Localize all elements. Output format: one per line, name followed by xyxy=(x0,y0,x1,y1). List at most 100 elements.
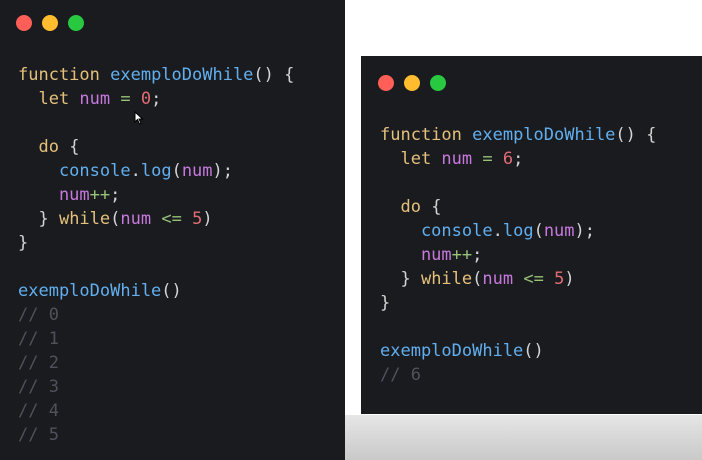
code-token: num xyxy=(18,185,90,205)
code-token: log xyxy=(502,221,534,241)
code-token: ( xyxy=(533,221,544,241)
code-token: ++ xyxy=(451,245,473,265)
code-line: exemploDoWhile() xyxy=(18,279,294,303)
code-line: function exemploDoWhile() { xyxy=(380,123,656,147)
code-token: // 4 xyxy=(18,401,59,421)
maximize-dot-icon[interactable] xyxy=(430,75,446,91)
code-token: 6 xyxy=(502,149,514,169)
code-token: console xyxy=(18,161,131,181)
code-token: <= xyxy=(151,209,193,229)
code-line: num++; xyxy=(18,183,294,207)
code-token: ); xyxy=(212,161,234,181)
code-token: = xyxy=(110,89,141,109)
code-token: = xyxy=(472,149,503,169)
code-token: // 0 xyxy=(18,305,59,325)
window-controls xyxy=(16,15,84,31)
code-token: 5 xyxy=(554,269,565,289)
code-token: num xyxy=(380,245,452,265)
code-token: . xyxy=(492,221,503,241)
code-token: { xyxy=(420,197,442,217)
background-gradient xyxy=(345,415,702,460)
code-token: { xyxy=(58,137,80,157)
code-line: let num = 6; xyxy=(380,147,656,171)
code-token: () xyxy=(523,341,544,361)
code-token: () { xyxy=(615,125,657,145)
code-line: // 4 xyxy=(18,399,294,423)
code-token: // 2 xyxy=(18,353,59,373)
code-token: console xyxy=(380,221,493,241)
code-token: num xyxy=(120,209,152,229)
code-token: <= xyxy=(513,269,555,289)
code-token: exemploDoWhile xyxy=(18,281,162,301)
code-line: do { xyxy=(18,135,294,159)
code-token: let xyxy=(18,89,80,109)
code-line: // 0 xyxy=(18,303,294,327)
code-window-left: function exemploDoWhile() { let num = 0;… xyxy=(0,0,345,460)
code-token: // 6 xyxy=(380,365,421,385)
code-token: ; xyxy=(110,185,121,205)
code-token: exemploDoWhile xyxy=(380,341,524,361)
code-line: do { xyxy=(380,195,656,219)
code-token: ; xyxy=(472,245,483,265)
maximize-dot-icon[interactable] xyxy=(68,15,84,31)
code-line: exemploDoWhile() xyxy=(380,339,656,363)
code-token: ; xyxy=(513,149,524,169)
code-token: log xyxy=(140,161,172,181)
code-token: } xyxy=(380,293,391,313)
code-token: // 5 xyxy=(18,425,59,445)
code-token: ); xyxy=(574,221,596,241)
code-token: } xyxy=(18,233,29,253)
code-token: 5 xyxy=(192,209,203,229)
code-line: let num = 0; xyxy=(18,87,294,111)
code-token: ; xyxy=(151,89,162,109)
code-line: } while(num <= 5) xyxy=(18,207,294,231)
code-token: do xyxy=(380,197,421,217)
code-block: function exemploDoWhile() { let num = 6;… xyxy=(380,123,656,387)
code-token: () xyxy=(161,281,182,301)
code-token: num xyxy=(482,269,514,289)
code-line: } while(num <= 5) xyxy=(380,267,656,291)
code-token: let xyxy=(380,149,442,169)
code-line: // 2 xyxy=(18,351,294,375)
code-block: function exemploDoWhile() { let num = 0;… xyxy=(18,63,294,447)
code-token: while xyxy=(58,209,111,229)
minimize-dot-icon[interactable] xyxy=(42,15,58,31)
code-token: exemploDoWhile xyxy=(472,125,616,145)
code-line: } xyxy=(380,291,656,315)
code-token: 0 xyxy=(140,89,152,109)
code-token: num xyxy=(181,161,213,181)
code-token: } xyxy=(18,209,59,229)
code-line: console.log(num); xyxy=(18,159,294,183)
code-token: while xyxy=(420,269,473,289)
code-line: num++; xyxy=(380,243,656,267)
minimize-dot-icon[interactable] xyxy=(404,75,420,91)
close-dot-icon[interactable] xyxy=(378,75,394,91)
code-token: ) xyxy=(202,209,213,229)
code-token: // 3 xyxy=(18,377,59,397)
code-token: num xyxy=(543,221,575,241)
code-window-right: function exemploDoWhile() { let num = 6;… xyxy=(361,56,702,414)
code-token: ( xyxy=(472,269,483,289)
close-dot-icon[interactable] xyxy=(16,15,32,31)
code-line: } xyxy=(18,231,294,255)
code-token: . xyxy=(130,161,141,181)
code-line: console.log(num); xyxy=(380,219,656,243)
code-token: ( xyxy=(110,209,121,229)
code-token: num xyxy=(441,149,473,169)
code-token: num xyxy=(79,89,111,109)
code-token: do xyxy=(18,137,59,157)
code-token: () { xyxy=(253,65,295,85)
code-line: function exemploDoWhile() { xyxy=(18,63,294,87)
code-line: // 5 xyxy=(18,423,294,447)
code-token: ) xyxy=(564,269,575,289)
code-token: exemploDoWhile xyxy=(110,65,254,85)
code-line: // 3 xyxy=(18,375,294,399)
code-token: // 1 xyxy=(18,329,59,349)
code-token: ( xyxy=(171,161,182,181)
code-token: function xyxy=(18,65,111,85)
code-token: function xyxy=(380,125,473,145)
